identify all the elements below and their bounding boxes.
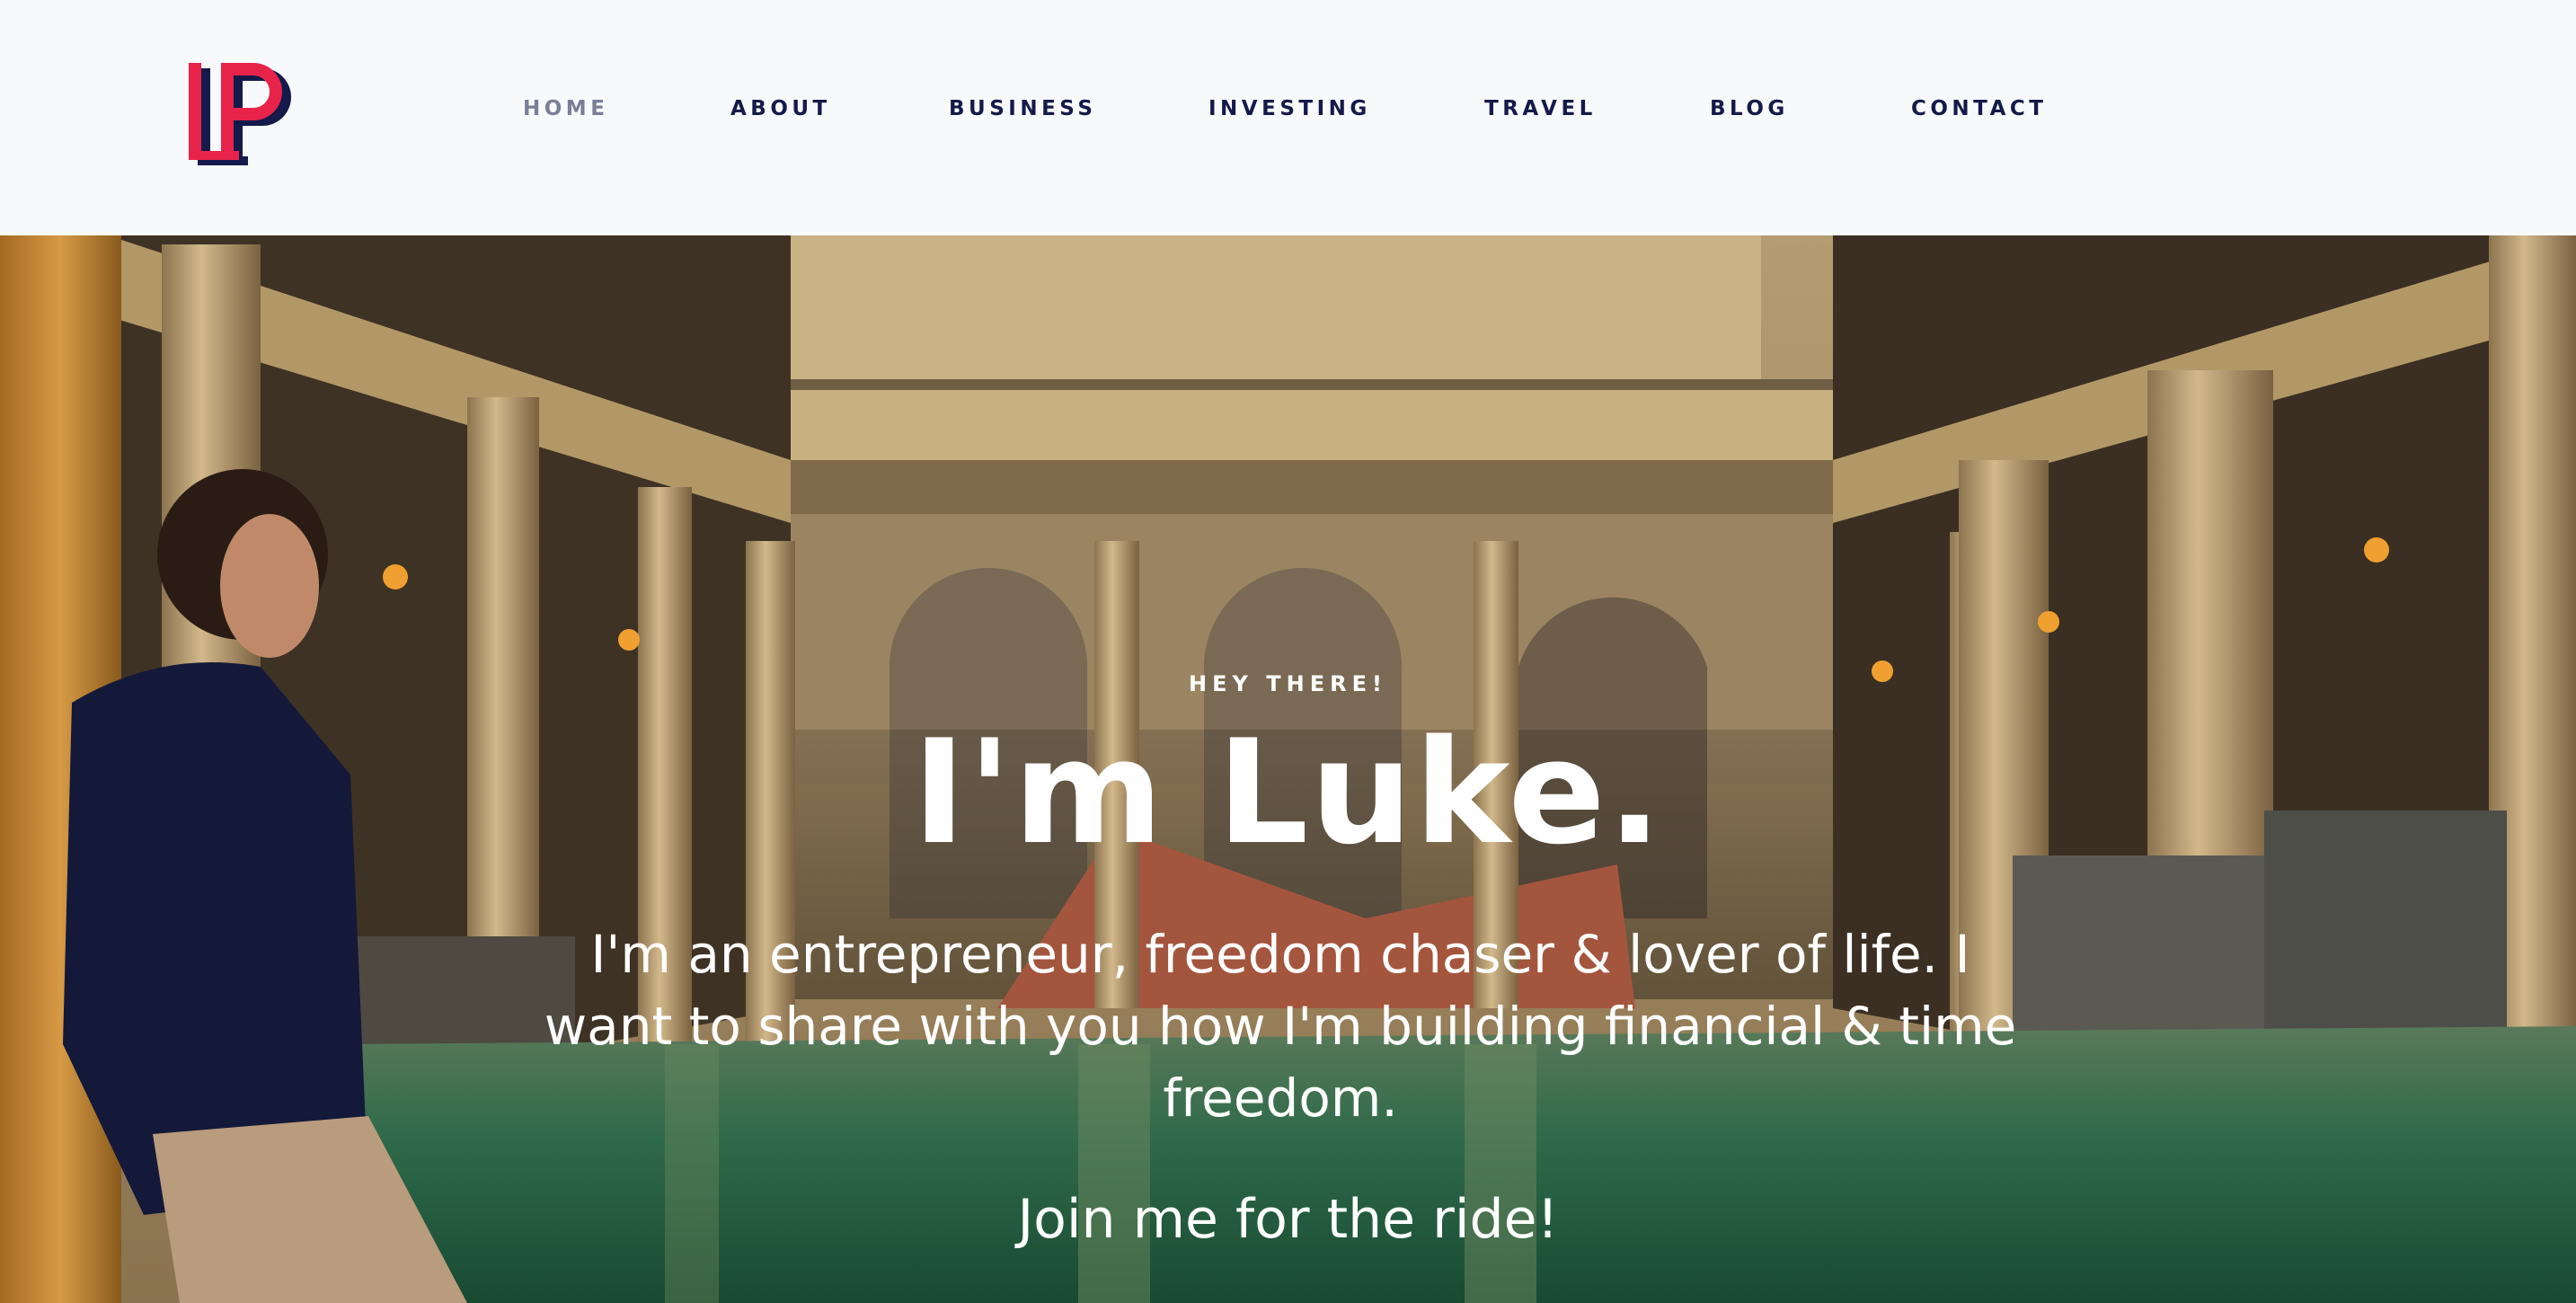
nav-blog[interactable]: BLOG bbox=[1710, 97, 1789, 120]
nav-investing[interactable]: INVESTING bbox=[1208, 97, 1371, 120]
hero-cta-text: Join me for the ride! bbox=[1017, 1188, 1559, 1251]
hero-section: HEY THERE! I'm Luke. I'm an entrepreneur… bbox=[0, 235, 2576, 1303]
main-nav: HOME ABOUT BUSINESS INVESTING TRAVEL BLO… bbox=[0, 97, 2576, 133]
nav-travel[interactable]: TRAVEL bbox=[1484, 97, 1597, 120]
nav-contact[interactable]: CONTACT bbox=[1911, 97, 2047, 120]
hero-text-block: HEY THERE! I'm Luke. I'm an entrepreneur… bbox=[0, 235, 2576, 1303]
nav-home[interactable]: HOME bbox=[523, 97, 608, 120]
hero-eyebrow: HEY THERE! bbox=[1189, 671, 1387, 696]
nav-about[interactable]: ABOUT bbox=[730, 97, 831, 120]
nav-business[interactable]: BUSINESS bbox=[949, 97, 1096, 120]
hero-intro: I'm an entrepreneur, freedom chaser & lo… bbox=[544, 924, 2017, 1129]
site-header: HOME ABOUT BUSINESS INVESTING TRAVEL BLO… bbox=[0, 0, 2576, 235]
hero-headline: I'm Luke. bbox=[912, 708, 1664, 876]
